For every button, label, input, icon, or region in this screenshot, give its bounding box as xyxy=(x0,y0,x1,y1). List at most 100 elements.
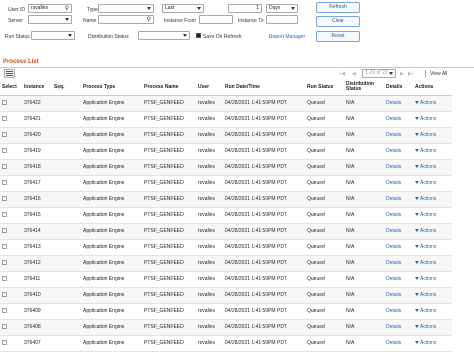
report-manager-link[interactable]: Report Manager xyxy=(269,34,305,40)
row-select-checkbox[interactable] xyxy=(2,115,7,121)
process-type-cell: Application Engine xyxy=(81,239,142,256)
process-type-cell: Application Engine xyxy=(81,95,142,112)
row-select-cell[interactable] xyxy=(0,127,22,144)
row-select-checkbox[interactable] xyxy=(2,195,7,201)
column-header-process-name: Process Name xyxy=(142,80,196,96)
row-select-cell[interactable] xyxy=(0,159,22,176)
row-select-checkbox[interactable] xyxy=(2,307,7,313)
row-select-checkbox[interactable] xyxy=(2,147,7,153)
row-select-cell[interactable] xyxy=(0,303,22,320)
row-select-checkbox[interactable] xyxy=(2,323,7,329)
details-link[interactable]: Details xyxy=(386,260,401,266)
details-link[interactable]: Details xyxy=(386,308,401,314)
row-select-checkbox[interactable] xyxy=(2,291,7,297)
actions-menu-button[interactable]: Actions xyxy=(415,180,436,186)
seq-cell xyxy=(52,191,81,208)
row-select-cell[interactable] xyxy=(0,191,22,208)
row-select-checkbox[interactable] xyxy=(2,243,7,249)
clear-button[interactable]: Clear xyxy=(316,16,360,27)
seq-cell xyxy=(52,239,81,256)
row-select-cell[interactable] xyxy=(0,335,22,352)
row-select-cell[interactable] xyxy=(0,239,22,256)
page-range-select[interactable]: 1-23 of 23 xyxy=(362,69,396,78)
details-link[interactable]: Details xyxy=(386,228,401,234)
details-link[interactable]: Details xyxy=(386,244,401,250)
row-select-checkbox[interactable] xyxy=(2,163,7,169)
server-select[interactable] xyxy=(28,15,72,24)
actions-menu-button[interactable]: Actions xyxy=(415,228,436,234)
actions-menu-button[interactable]: Actions xyxy=(415,340,436,346)
unit-select[interactable]: Days xyxy=(266,4,298,13)
search-icon[interactable]: ⚲ xyxy=(147,17,151,23)
last-page-icon[interactable]: ▶| xyxy=(408,71,413,77)
instance-to-field[interactable] xyxy=(266,15,298,24)
details-link[interactable]: Details xyxy=(386,132,401,138)
row-select-cell[interactable] xyxy=(0,287,22,304)
row-select-cell[interactable] xyxy=(0,271,22,288)
run-status-cell: Queued xyxy=(305,175,344,192)
row-select-cell[interactable] xyxy=(0,255,22,272)
row-select-checkbox[interactable] xyxy=(2,339,7,345)
actions-menu-button[interactable]: Actions xyxy=(415,276,436,282)
actions-menu-button[interactable]: Actions xyxy=(415,212,436,218)
row-select-cell[interactable] xyxy=(0,207,22,224)
reset-button[interactable]: Reset xyxy=(316,31,360,42)
actions-menu-button[interactable]: Actions xyxy=(415,196,436,202)
first-page-icon[interactable]: |◀ xyxy=(340,71,345,77)
details-link[interactable]: Details xyxy=(386,180,401,186)
row-select-checkbox[interactable] xyxy=(2,275,7,281)
row-select-cell[interactable] xyxy=(0,143,22,160)
row-select-cell[interactable] xyxy=(0,111,22,128)
row-select-checkbox[interactable] xyxy=(2,259,7,265)
type-select[interactable] xyxy=(98,4,154,13)
row-select-checkbox[interactable] xyxy=(2,131,7,137)
details-link[interactable]: Details xyxy=(386,324,401,330)
actions-menu-button[interactable]: Actions xyxy=(415,308,436,314)
details-link[interactable]: Details xyxy=(386,196,401,202)
name-field[interactable]: ⚲ xyxy=(98,15,154,24)
row-select-cell[interactable] xyxy=(0,175,22,192)
details-link[interactable]: Details xyxy=(386,100,401,106)
run-datetime-cell: 04/28/2021 1:41:50PM PDT xyxy=(223,191,305,208)
actions-menu-button[interactable]: Actions xyxy=(415,260,436,266)
period-select[interactable]: Last xyxy=(162,4,204,13)
view-all-link[interactable]: View All xyxy=(430,71,447,77)
user-id-field[interactable]: rsvalles ⚲ xyxy=(28,4,72,13)
run-status-select[interactable] xyxy=(31,31,75,40)
dist-status-select[interactable] xyxy=(138,31,190,40)
personalize-grid-button[interactable] xyxy=(4,69,15,78)
row-select-cell[interactable] xyxy=(0,223,22,240)
number-field[interactable]: 1 xyxy=(228,4,262,13)
row-select-checkbox[interactable] xyxy=(2,227,7,233)
previous-page-icon[interactable]: ◀ xyxy=(352,71,356,77)
actions-menu-button[interactable]: Actions xyxy=(415,324,436,330)
details-link[interactable]: Details xyxy=(386,116,401,122)
actions-menu-button[interactable]: Actions xyxy=(415,148,436,154)
row-select-checkbox[interactable] xyxy=(2,211,7,217)
details-link[interactable]: Details xyxy=(386,276,401,282)
seq-cell xyxy=(52,143,81,160)
row-select-cell[interactable] xyxy=(0,95,22,112)
row-select-checkbox[interactable] xyxy=(2,99,7,105)
actions-menu-button[interactable]: Actions xyxy=(415,116,436,122)
process-type-cell: Application Engine xyxy=(81,175,142,192)
actions-menu-button[interactable]: Actions xyxy=(415,100,436,106)
instance-cell: 376416 xyxy=(22,191,52,208)
actions-menu-button[interactable]: Actions xyxy=(415,132,436,138)
actions-menu-button[interactable]: Actions xyxy=(415,292,436,298)
save-on-refresh-checkbox[interactable] xyxy=(196,33,201,40)
details-link[interactable]: Details xyxy=(386,212,401,218)
row-select-cell[interactable] xyxy=(0,319,22,336)
run-datetime-cell: 04/28/2021 1:41:50PM PDT xyxy=(223,223,305,240)
details-link[interactable]: Details xyxy=(386,340,401,346)
details-link[interactable]: Details xyxy=(386,164,401,170)
next-page-icon[interactable]: ▶ xyxy=(400,71,404,77)
actions-menu-button[interactable]: Actions xyxy=(415,244,436,250)
details-link[interactable]: Details xyxy=(386,292,401,298)
refresh-button[interactable]: Refresh xyxy=(316,2,360,13)
details-link[interactable]: Details xyxy=(386,148,401,154)
row-select-checkbox[interactable] xyxy=(2,179,7,185)
instance-from-field[interactable] xyxy=(199,15,233,24)
search-icon[interactable]: ⚲ xyxy=(65,6,69,12)
actions-menu-button[interactable]: Actions xyxy=(415,164,436,170)
